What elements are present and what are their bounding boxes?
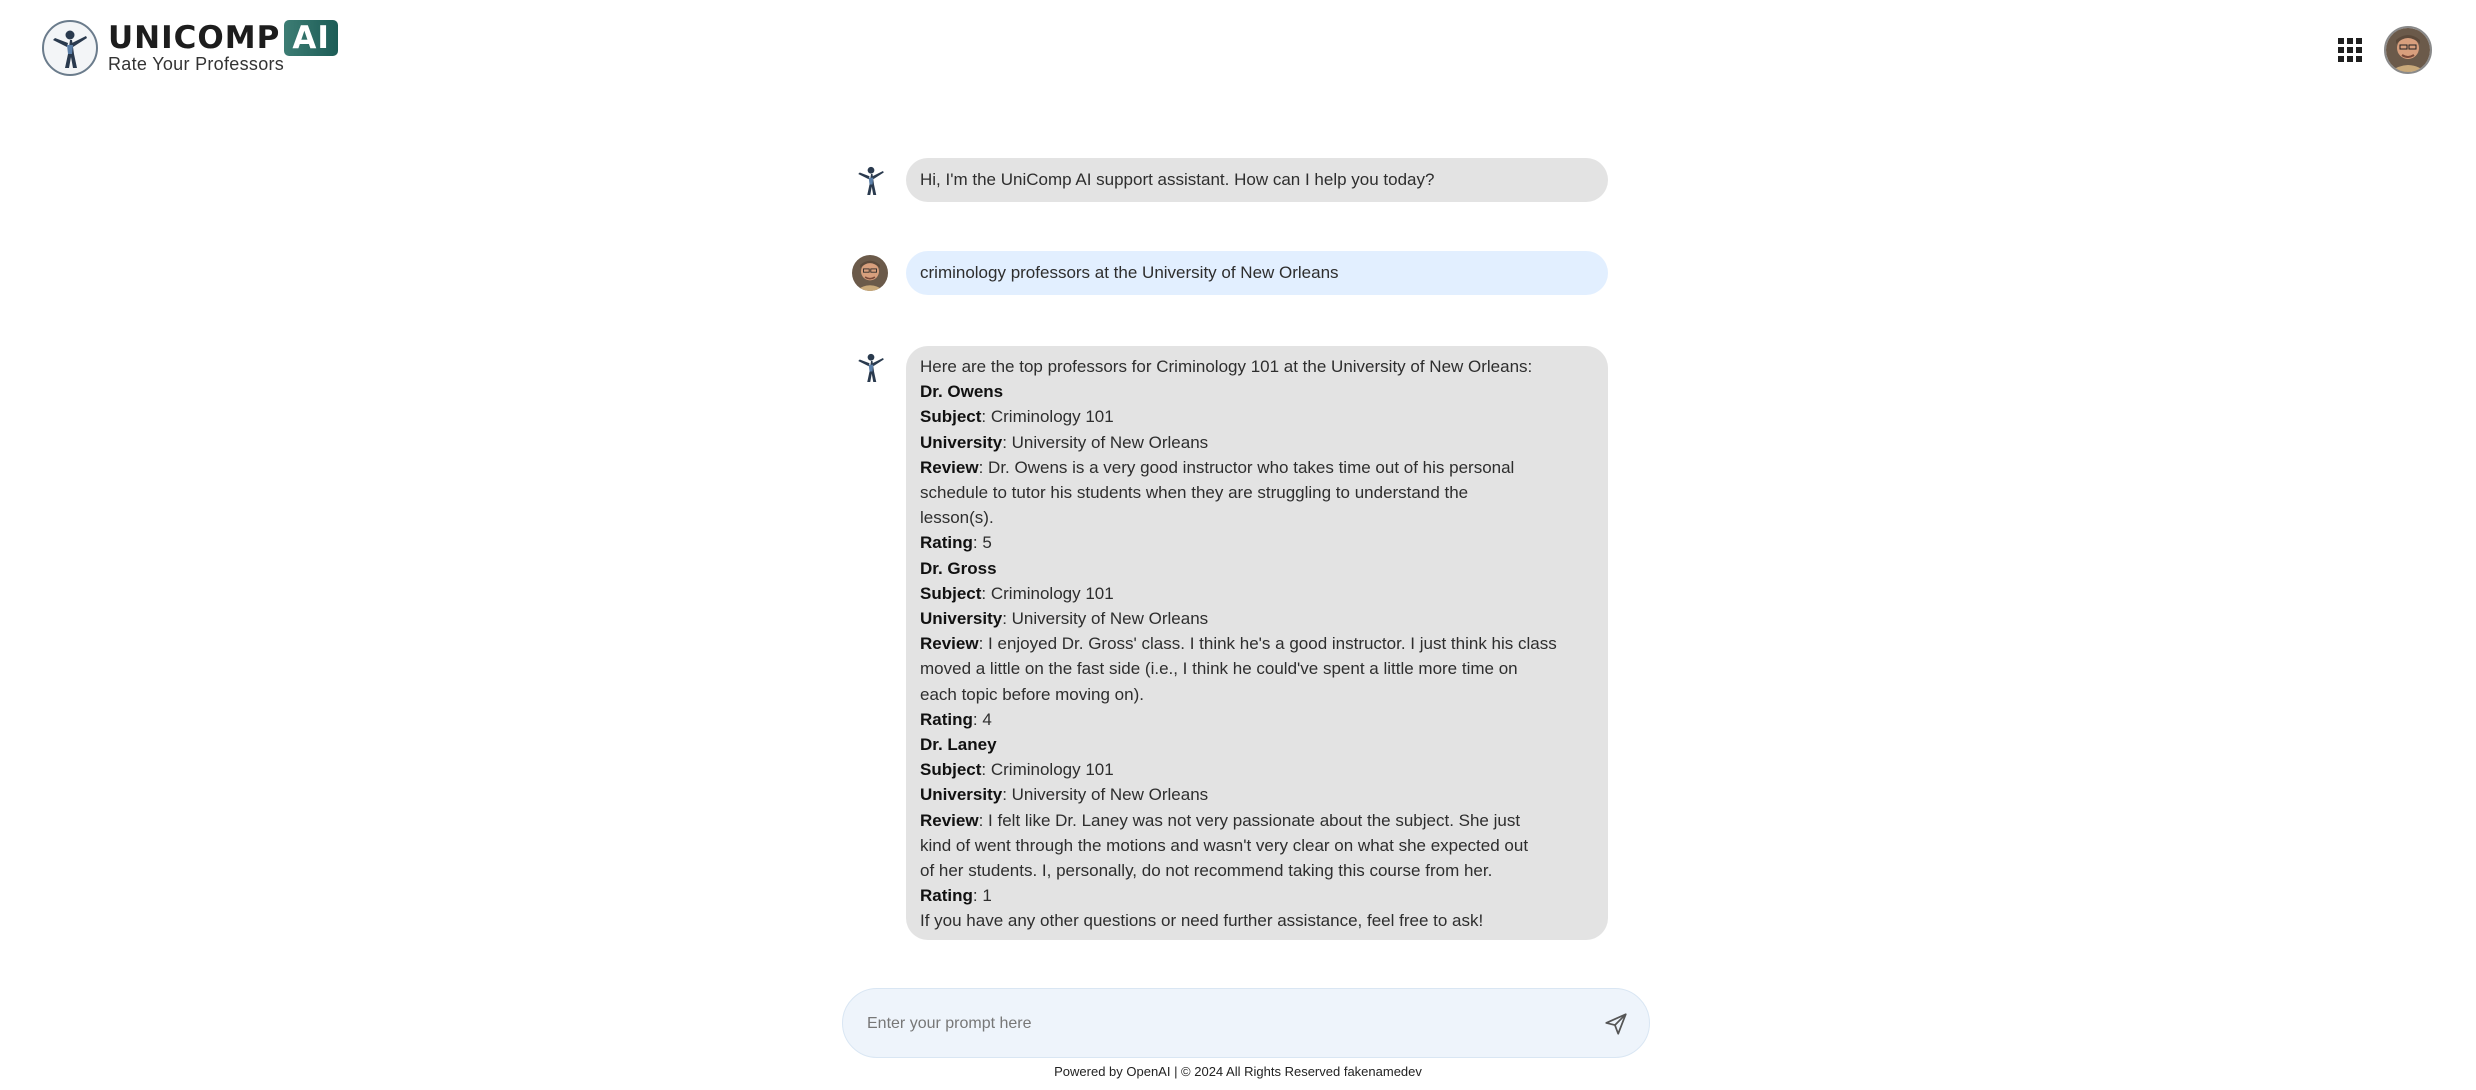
professor-university: University: University of New Orleans	[920, 609, 1209, 629]
professor-university: University: University of New Orleans	[920, 432, 1209, 452]
response-outro: If you have any other questions or need …	[920, 911, 1484, 931]
response-intro: Here are the top professors for Criminol…	[920, 357, 1533, 376]
brand-ai-badge: AI	[284, 20, 338, 56]
user-avatar[interactable]	[2384, 26, 2432, 74]
assistant-message: Hi, I'm the UniComp AI support assistant…	[906, 158, 1608, 202]
professor-review-continued: kind of went through the motions and was…	[920, 835, 1529, 855]
professor-subject: Subject: Criminology 101	[920, 760, 1114, 780]
professor-review-continued: of her students. I, personally, do not r…	[920, 861, 1493, 881]
prompt-input[interactable]	[865, 989, 1569, 1059]
professor-name: Dr. Gross	[920, 558, 997, 578]
professor-review: Review: Dr. Owens is a very good instruc…	[920, 457, 1515, 477]
user-message: criminology professors at the University…	[906, 251, 1608, 295]
professor-review: Review: I enjoyed Dr. Gross' class. I th…	[920, 634, 1557, 654]
professor-rating: Rating: 1	[920, 886, 992, 906]
professor-review-continued: each topic before moving on).	[920, 684, 1144, 704]
professor-subject: Subject: Criminology 101	[920, 407, 1114, 427]
professor-name: Dr. Laney	[920, 735, 997, 755]
professor-review-continued: schedule to tutor his students when they…	[920, 483, 1469, 503]
footer-text: Powered by OpenAI | © 2024 All Rights Re…	[1054, 1064, 1422, 1079]
app-header: UNICOMP AI Rate Your Professors	[0, 0, 2476, 100]
professor-rating: Rating: 4	[920, 709, 992, 729]
professor-review-continued: lesson(s).	[920, 508, 994, 528]
assistant-response: Here are the top professors for Criminol…	[906, 346, 1608, 940]
assistant-avatar-icon	[853, 162, 889, 198]
professor-rating: Rating: 5	[920, 533, 992, 553]
assistant-avatar-icon	[853, 349, 889, 385]
brand-name: UNICOMP AI	[108, 20, 338, 56]
professor-review-continued: moved a little on the fast side (i.e., I…	[920, 659, 1518, 679]
prompt-box	[842, 988, 1650, 1059]
send-icon[interactable]	[1603, 1011, 1629, 1037]
user-message-avatar	[852, 255, 888, 291]
professor-subject: Subject: Criminology 101	[920, 583, 1114, 603]
professor-review: Review: I felt like Dr. Laney was not ve…	[920, 810, 1521, 830]
brand-tagline: Rate Your Professors	[108, 54, 285, 74]
professor-university: University: University of New Orleans	[920, 785, 1209, 805]
professor-name: Dr. Owens	[920, 382, 1004, 402]
logo-icon	[42, 20, 98, 76]
grid-apps-icon[interactable]	[2338, 38, 2362, 62]
